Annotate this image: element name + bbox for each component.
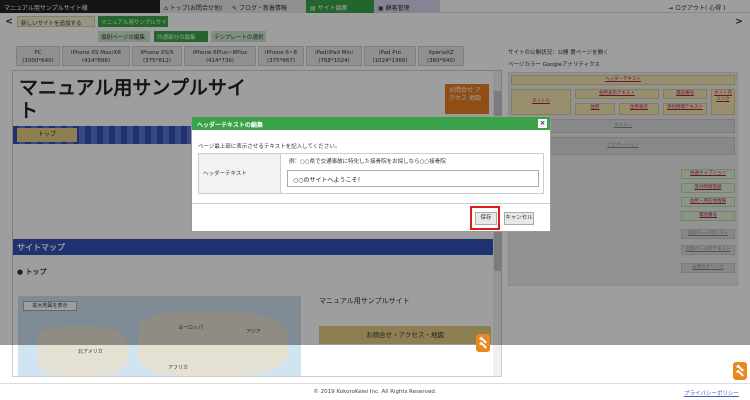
header-text-form-row: ヘッダーテキスト 例：○○県で交通事故に特化した接骨院をお探しなら○○接骨院 ○…: [198, 153, 544, 194]
divider: [192, 203, 550, 204]
header-text-edit-dialog: ヘッダーテキストの編集 × ページ最上部に表示させるテキストを記入してください。…: [191, 116, 551, 232]
page-top-icon[interactable]: [476, 334, 490, 352]
footer: © 2019 KokoroKeiei Inc. All Rights Reser…: [0, 383, 750, 400]
dialog-title: ヘッダーテキストの編集: [197, 122, 263, 129]
map-label: アフリカ: [168, 365, 189, 371]
privacy-policy-link[interactable]: プライバシーポリシー: [684, 389, 739, 397]
dialog-header: ヘッダーテキストの編集 ×: [192, 117, 550, 130]
map-label: 北アメリカ: [78, 349, 103, 355]
save-button[interactable]: 保存: [475, 212, 497, 225]
header-text-input[interactable]: ○○のサイトへようこそ！: [287, 170, 539, 187]
copyright-text: © 2019 KokoroKeiei Inc. All Rights Reser…: [313, 389, 437, 395]
page-top-icon[interactable]: [733, 362, 747, 380]
field-label: ヘッダーテキスト: [199, 154, 281, 193]
close-icon[interactable]: ×: [538, 119, 547, 128]
dialog-description: ページ最上部に表示させるテキストを記入してください。: [198, 144, 341, 150]
example-text: 例：○○県で交通事故に特化した接骨院をお探しなら○○接骨院: [289, 159, 446, 165]
cancel-button[interactable]: キャンセル: [504, 212, 534, 225]
